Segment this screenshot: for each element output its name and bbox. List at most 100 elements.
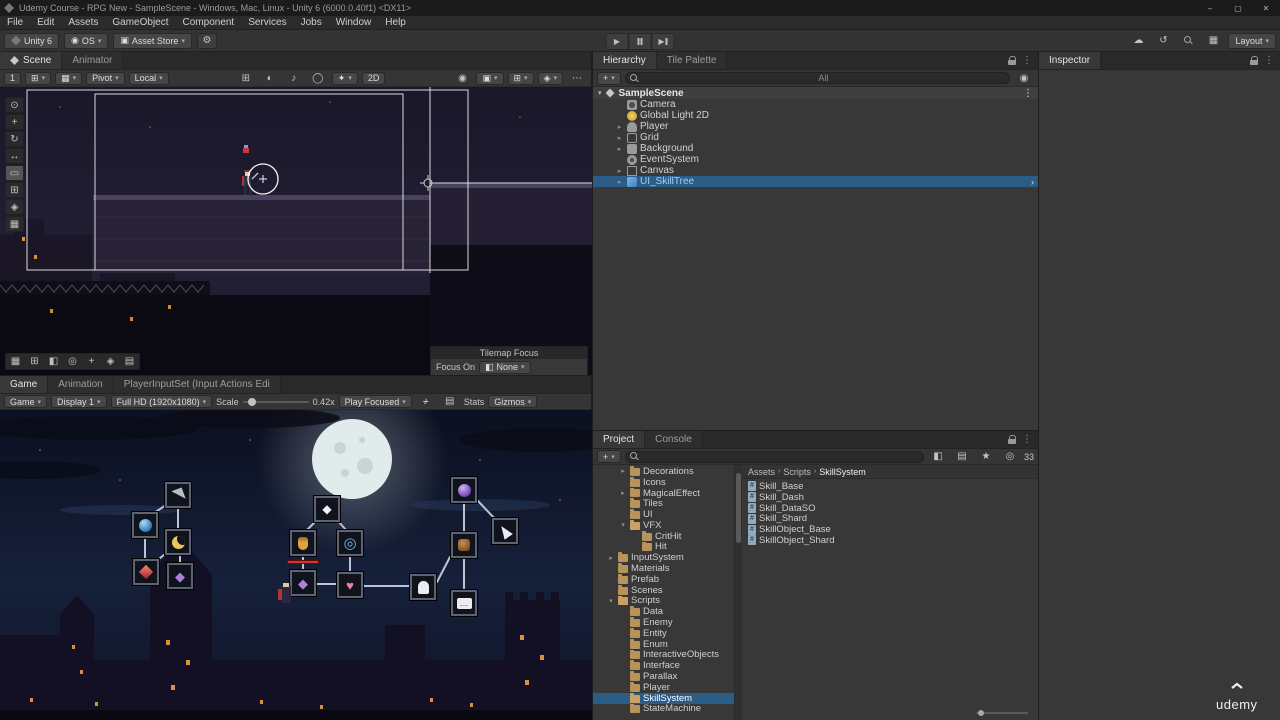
scale-tool-button[interactable]: ↔	[5, 148, 24, 164]
search-button[interactable]	[1178, 33, 1198, 49]
file-row[interactable]: # Skill_Shard	[742, 513, 1038, 524]
audio-toggle[interactable]: ♪	[284, 70, 304, 86]
unity-version-badge[interactable]: Unity 6	[4, 32, 60, 49]
maximize-button[interactable]: ▢	[1224, 0, 1252, 16]
file-row[interactable]: # SkillObject_Base	[742, 524, 1038, 535]
menu-assets[interactable]: Assets	[61, 16, 105, 30]
file-row[interactable]: # Skill_DataSO	[742, 503, 1038, 513]
step-button[interactable]: ▶	[651, 33, 675, 50]
render-mode-button[interactable]: ⊞	[236, 70, 256, 86]
folder-row[interactable]: Prefab	[593, 573, 734, 585]
game-view-dropdown[interactable]: Game ▾	[4, 395, 48, 408]
lock-icon[interactable]	[1008, 434, 1016, 444]
folder-row[interactable]: Scenes	[593, 584, 734, 596]
cloud-button[interactable]: ☁	[1128, 33, 1148, 49]
grid-snap-dropdown[interactable]: ⊞ ▾	[25, 71, 52, 85]
hierarchy-item-player[interactable]: ▸ Player	[593, 121, 1038, 132]
search-by-label-button[interactable]: ▤	[952, 450, 972, 463]
folder-row[interactable]: Entity	[593, 627, 734, 639]
tilemap-tool-7[interactable]: ▤	[120, 354, 139, 369]
tab-scene[interactable]: Scene	[0, 52, 63, 69]
folder-row-skillsystem[interactable]: SkillSystem	[593, 692, 734, 704]
menu-file[interactable]: File	[0, 16, 30, 30]
folder-row[interactable]: CritHit	[593, 530, 734, 542]
folder-row[interactable]: StateMachine	[593, 703, 734, 714]
folder-row[interactable]: Enum	[593, 638, 734, 650]
folder-row[interactable]: InteractiveObjects	[593, 649, 734, 660]
lock-icon[interactable]	[1250, 55, 1258, 65]
view-tool-button[interactable]: ⊙	[5, 97, 24, 113]
breadcrumb-skillsystem[interactable]: SkillSystem	[819, 467, 866, 477]
folder-row[interactable]: Icons	[593, 476, 734, 488]
expander-icon[interactable]: ▸	[615, 145, 624, 153]
hierarchy-item-background[interactable]: ▸ Background	[593, 143, 1038, 154]
tab-inspector[interactable]: Inspector	[1039, 52, 1102, 69]
folder-row[interactable]: ▸ InputSystem	[593, 552, 734, 563]
folder-row[interactable]: Hit	[593, 541, 734, 552]
tab-game[interactable]: Game	[0, 376, 49, 393]
folder-row[interactable]: Materials	[593, 563, 734, 574]
lock-icon[interactable]	[1008, 55, 1016, 65]
menu-component[interactable]: Component	[176, 16, 242, 30]
tilemap-tool-6[interactable]: ◈	[101, 354, 120, 369]
tab-animation[interactable]: Animation	[48, 376, 114, 393]
extra-tool-button[interactable]: ▦	[5, 216, 24, 232]
expander-icon[interactable]: ▾	[607, 597, 615, 605]
tilemap-tool-4[interactable]: ◎	[63, 354, 82, 369]
hierarchy-item-eventsystem[interactable]: EventSystem	[593, 154, 1038, 165]
mute-audio-button[interactable]: ♪	[416, 395, 436, 408]
asset-store-dropdown[interactable]: ▣ Asset Store ▾	[113, 32, 192, 49]
tab-hierarchy[interactable]: Hierarchy	[593, 52, 657, 69]
folder-row[interactable]: ▾ Scripts	[593, 595, 734, 606]
pivot-dropdown[interactable]: Pivot ▾	[86, 71, 125, 85]
hierarchy-item-global-light[interactable]: Global Light 2D	[593, 110, 1038, 121]
expander-icon[interactable]: ▸	[619, 489, 627, 497]
icon-size-knob[interactable]	[978, 710, 984, 716]
orientation-dropdown[interactable]: Local ▾	[128, 71, 169, 85]
tilemap-tool-2[interactable]: ⊞	[25, 354, 44, 369]
minimize-button[interactable]: –	[1196, 0, 1224, 16]
expander-icon[interactable]: ▸	[615, 123, 624, 131]
display-dropdown[interactable]: Display 1 ▾	[51, 395, 107, 408]
rotate-tool-button[interactable]: ↻	[5, 131, 24, 147]
menu-window[interactable]: Window	[329, 16, 379, 30]
menu-help[interactable]: Help	[378, 16, 413, 30]
hierarchy-item-skilltree[interactable]: ▸ UI_SkillTree ›	[593, 176, 1038, 187]
tab-animator[interactable]: Animator	[62, 52, 124, 69]
transform-tool-button[interactable]: ⊞	[5, 182, 24, 198]
grid-visibility-dropdown[interactable]: ⊞ ▾	[507, 71, 534, 85]
move-tool-button[interactable]: +	[5, 114, 24, 130]
search-by-type-button[interactable]: ◧	[928, 450, 948, 463]
folder-row[interactable]: UI	[593, 509, 734, 520]
hierarchy-item-camera[interactable]: Camera	[593, 99, 1038, 110]
prefab-open-arrow[interactable]: ›	[1031, 177, 1034, 187]
menu-jobs[interactable]: Jobs	[294, 16, 329, 30]
lighting-toggle[interactable]: ◐	[260, 70, 280, 86]
panel-menu-icon[interactable]: ⋮	[1264, 55, 1274, 66]
tab-project[interactable]: Project	[593, 431, 646, 448]
expander-icon[interactable]: ▸	[619, 467, 627, 475]
expander-icon[interactable]: ▾	[598, 89, 602, 97]
services-button[interactable]: ⚙	[196, 32, 217, 49]
hierarchy-scene-header[interactable]: ▾ SampleScene ⋮	[593, 87, 1038, 99]
pause-button[interactable]	[628, 33, 652, 50]
two-d-toggle[interactable]: 2D	[361, 71, 386, 85]
project-tree-scrollbar[interactable]	[735, 465, 742, 720]
menu-services[interactable]: Services	[241, 16, 293, 30]
save-search-button[interactable]: ★	[976, 450, 996, 463]
breadcrumb-scripts[interactable]: Scripts	[783, 467, 811, 477]
expander-icon[interactable]: ▸	[615, 178, 624, 186]
expander-icon[interactable]: ▸	[615, 167, 624, 175]
folder-row[interactable]: Parallax	[593, 671, 734, 682]
scrollbar-thumb[interactable]	[736, 473, 741, 543]
tool-context-button[interactable]: 1	[4, 71, 22, 85]
gizmos-dropdown[interactable]: ◈ ▾	[537, 71, 563, 85]
game-viewport[interactable]: ◆ ◆ ◎ ◆ ♥ …	[0, 410, 592, 720]
stats-toggle[interactable]: Stats	[464, 397, 485, 407]
folder-row[interactable]: ▾ VFX	[593, 519, 734, 531]
folder-row[interactable]: Player	[593, 681, 734, 693]
folder-row[interactable]: Enemy	[593, 617, 734, 628]
create-asset-dropdown[interactable]: + ▾	[597, 450, 621, 463]
folder-row[interactable]: Interface	[593, 660, 734, 671]
custom-tool-button[interactable]: ◈	[5, 199, 24, 215]
